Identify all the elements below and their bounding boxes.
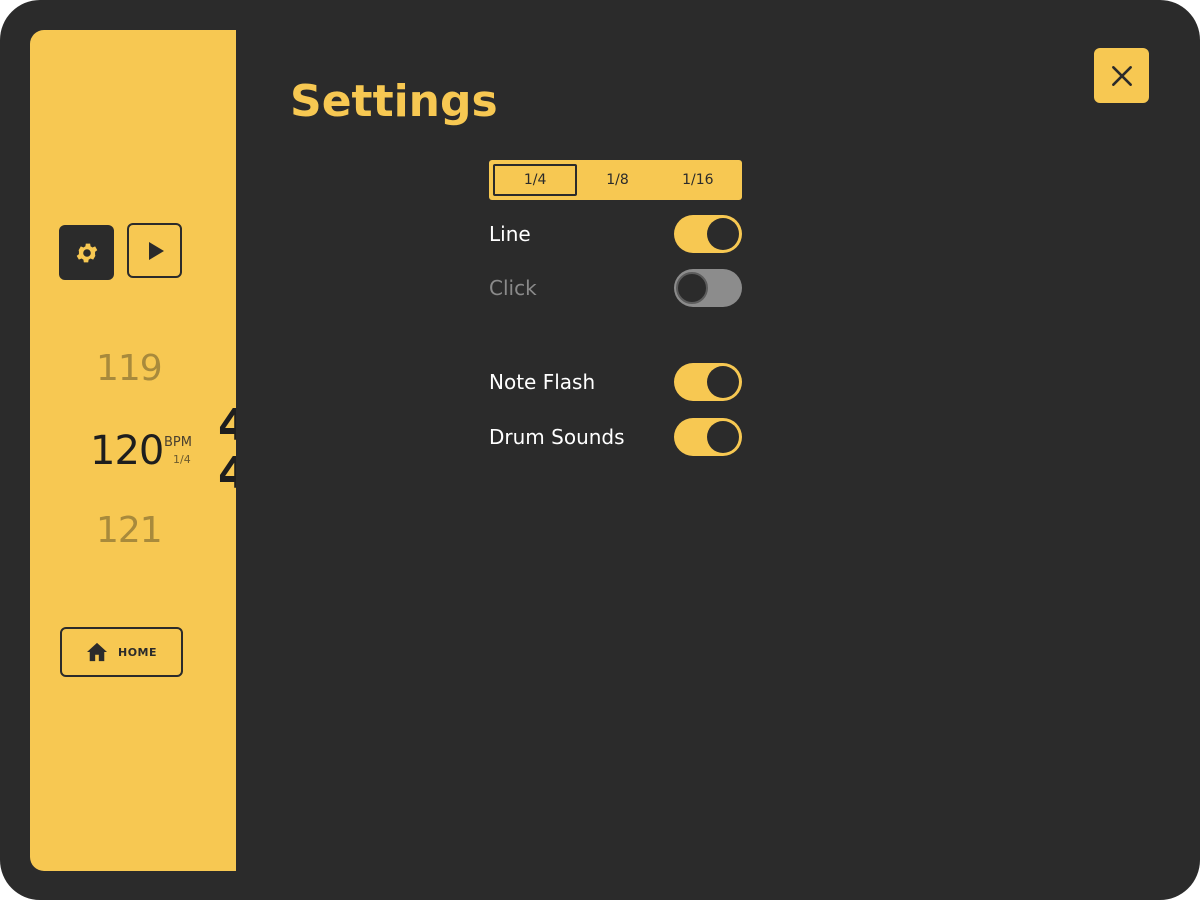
- home-button-label: HOME: [117, 645, 158, 659]
- setting-row-line: Line: [489, 214, 742, 254]
- setting-row-note-flash: Note Flash: [489, 362, 742, 402]
- setting-label-click: Click: [489, 276, 537, 300]
- toggle-knob: [707, 421, 739, 453]
- close-icon: [1111, 65, 1132, 86]
- time-signature-bottom[interactable]: 4: [218, 448, 236, 499]
- toggle-knob: [707, 218, 739, 250]
- subdivision-option-eighth[interactable]: 1/8: [577, 164, 657, 196]
- bpm-subdivision-label: 1/4: [173, 453, 191, 466]
- play-icon: [148, 241, 164, 260]
- setting-row-drum-sounds: Drum Sounds: [489, 417, 742, 457]
- bpm-previous-value[interactable]: 119: [96, 348, 163, 389]
- note-flash-toggle[interactable]: [674, 363, 742, 401]
- drum-sounds-toggle[interactable]: [674, 418, 742, 456]
- side-panel: 119 120 BPM 1/4 121 4 4 HOME: [30, 30, 236, 871]
- setting-label-line: Line: [489, 222, 531, 246]
- toggle-knob: [676, 272, 708, 304]
- subdivision-option-quarter[interactable]: 1/4: [493, 164, 578, 196]
- settings-button[interactable]: [59, 225, 114, 280]
- home-button[interactable]: HOME: [60, 627, 183, 677]
- close-button[interactable]: [1094, 48, 1149, 103]
- bpm-current-value[interactable]: 120: [90, 428, 164, 474]
- bpm-next-value[interactable]: 121: [96, 510, 163, 551]
- setting-label-drum-sounds: Drum Sounds: [489, 425, 625, 449]
- subdivision-option-sixteenth[interactable]: 1/16: [658, 164, 738, 196]
- gear-icon: [76, 243, 97, 262]
- subdivision-selector: 1/4 1/8 1/16: [489, 160, 742, 200]
- click-toggle[interactable]: [674, 269, 742, 307]
- setting-row-click: Click: [489, 268, 742, 308]
- line-toggle[interactable]: [674, 215, 742, 253]
- setting-label-note-flash: Note Flash: [489, 370, 596, 394]
- play-button[interactable]: [127, 223, 182, 278]
- time-signature-top[interactable]: 4: [218, 400, 236, 451]
- bpm-unit-label: BPM: [164, 435, 192, 450]
- app-window: 119 120 BPM 1/4 121 4 4 HOME Settings 1/…: [0, 0, 1200, 900]
- home-icon: [86, 642, 107, 662]
- toggle-knob: [707, 366, 739, 398]
- page-title: Settings: [290, 76, 498, 127]
